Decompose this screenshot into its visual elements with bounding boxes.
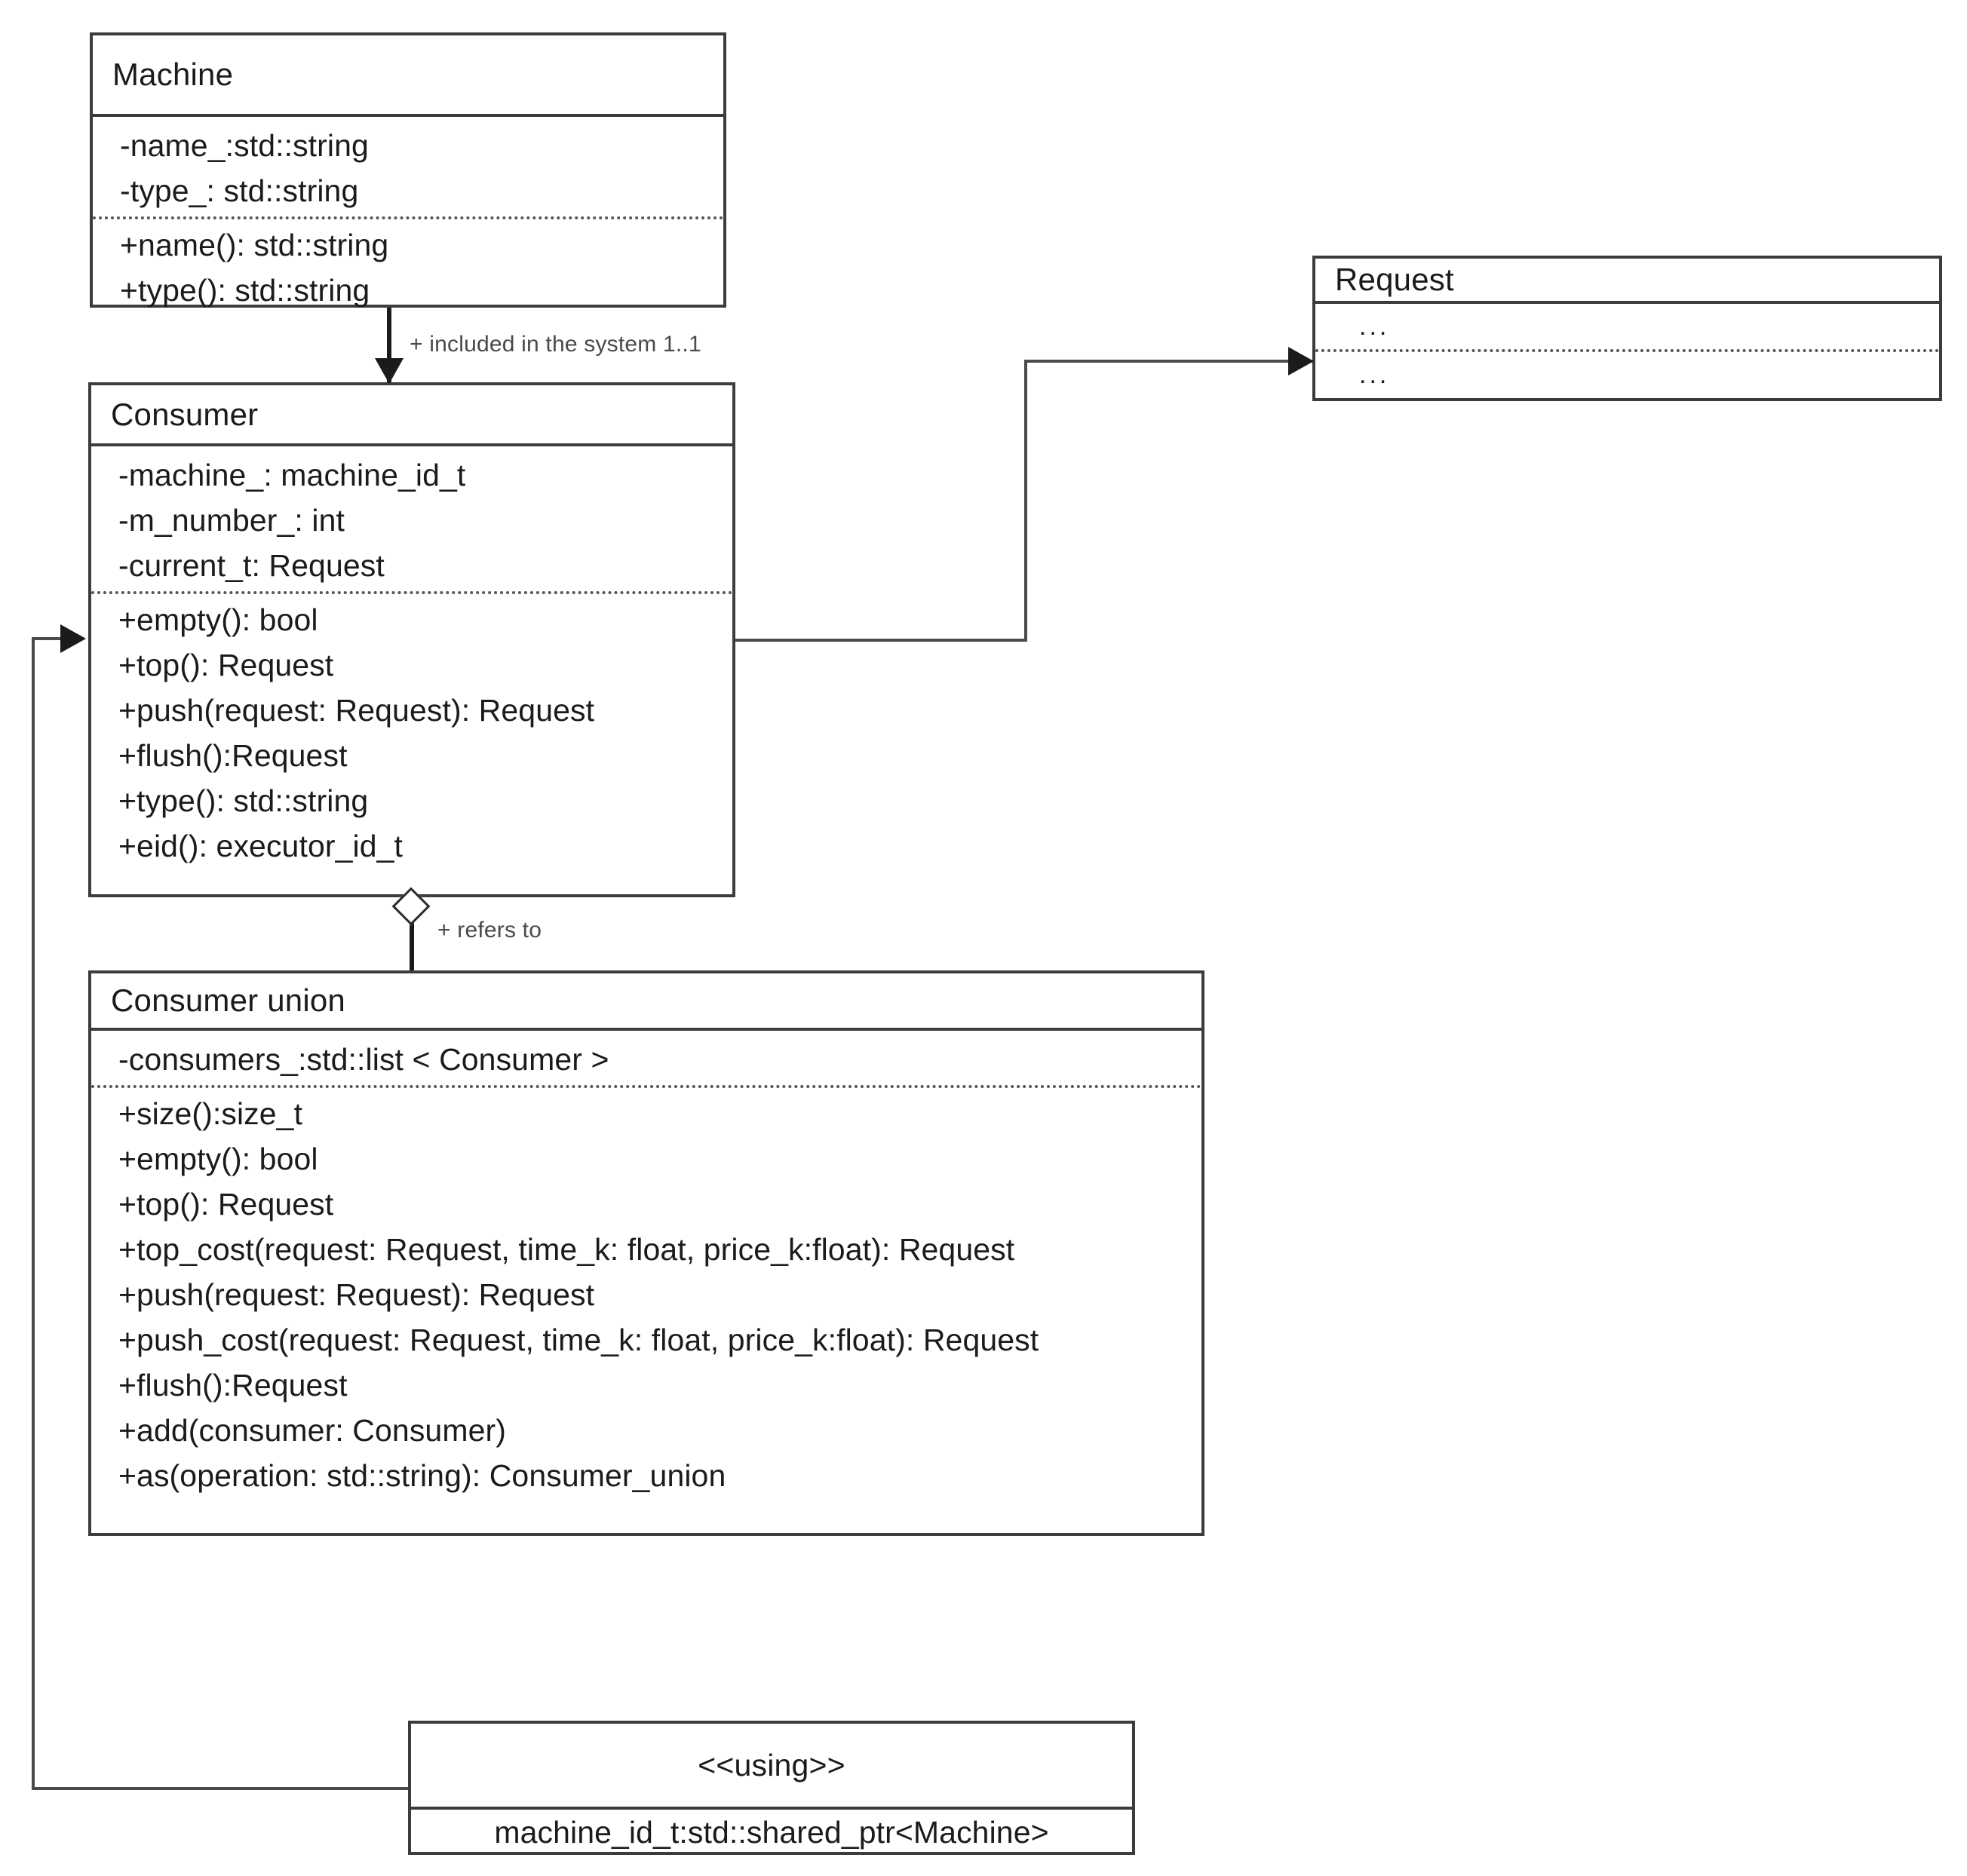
edge-using-to-consumer-segment-3 — [32, 637, 63, 640]
class-title-consumer: Consumer — [91, 385, 732, 446]
class-operation-row: +push(request: Request): Request — [118, 692, 595, 728]
class-operation-row: ... — [1359, 360, 1390, 389]
edge-consumer-to-request-segment-1 — [734, 639, 1027, 642]
class-operation-row: +push(request: Request): Request — [118, 1277, 595, 1312]
class-operation-row: +name(): std::string — [120, 227, 389, 262]
class-operation-row: +push_cost(request: Request, time_k: flo… — [118, 1322, 1039, 1357]
class-operation-row: +top(): Request — [118, 1186, 334, 1222]
class-operation-row: +top(): Request — [118, 647, 334, 682]
class-operation-row: +as(operation: std::string): Consumer_un… — [118, 1458, 726, 1493]
edge-label-included-in-the-system: + included in the system 1..1 — [410, 332, 701, 357]
class-box-machine[interactable]: Machine -name_:std::string -type_: std::… — [90, 32, 726, 308]
attribute-operation-separator — [93, 216, 723, 219]
class-attribute-row: ... — [1359, 312, 1390, 341]
class-operation-row: +add(consumer: Consumer) — [118, 1412, 506, 1448]
edge-using-to-consumer-arrowhead — [60, 624, 86, 653]
class-title-consumer-union: Consumer union — [91, 973, 1201, 1031]
class-attribute-row: -current_t: Request — [118, 547, 385, 583]
edge-using-to-consumer-segment-1 — [32, 1787, 411, 1790]
edge-label-refers-to: + refers to — [437, 918, 542, 943]
class-title-request: Request — [1315, 259, 1939, 304]
uml-class-diagram-canvas: Machine -name_:std::string -type_: std::… — [0, 0, 1967, 1876]
class-operation-row: +empty(): bool — [118, 602, 318, 637]
class-box-consumer[interactable]: Consumer -machine_: machine_id_t -m_numb… — [88, 382, 735, 897]
class-body-consumer-union: -consumers_:std::list < Consumer > +size… — [91, 1031, 1201, 1533]
class-body-machine: -name_:std::string -type_: std::string +… — [93, 117, 723, 305]
class-attribute-row: -m_number_: int — [118, 502, 345, 538]
class-operation-row: +eid(): executor_id_t — [118, 828, 404, 863]
class-attribute-row: -consumers_:std::list < Consumer > — [118, 1041, 609, 1077]
class-attribute-row: -name_:std::string — [120, 127, 369, 163]
class-box-using[interactable]: <<using>> machine_id_t:std::shared_ptr<M… — [408, 1721, 1135, 1855]
attribute-operation-separator — [1315, 349, 1939, 352]
class-body-consumer: -machine_: machine_id_t -m_number_: int … — [91, 446, 732, 894]
edge-using-to-consumer-segment-2 — [32, 637, 35, 1790]
class-operation-row: +top_cost(request: Request, time_k: floa… — [118, 1231, 1015, 1267]
class-operation-row: +flush():Request — [118, 1367, 348, 1402]
class-body-using: machine_id_t:std::shared_ptr<Machine> — [411, 1810, 1132, 1855]
class-operation-row: +flush():Request — [118, 737, 348, 773]
class-title-machine: Machine — [93, 35, 723, 117]
class-box-consumer-union[interactable]: Consumer union -consumers_:std::list < C… — [88, 970, 1204, 1536]
class-title-using: <<using>> — [411, 1724, 1132, 1810]
attribute-operation-separator — [91, 1085, 1201, 1088]
edge-consumer-to-request-segment-2 — [1024, 360, 1027, 642]
class-operation-row: machine_id_t:std::shared_ptr<Machine> — [494, 1814, 1049, 1850]
class-body-request: ... ... — [1315, 304, 1939, 401]
attribute-operation-separator — [91, 591, 732, 594]
class-box-request[interactable]: Request ... ... — [1312, 256, 1942, 401]
class-operation-row: +size():size_t — [118, 1096, 303, 1131]
edge-consumer-to-request-arrowhead — [1288, 347, 1314, 376]
class-operation-row: +empty(): bool — [118, 1141, 318, 1176]
edge-machine-to-consumer-arrowhead — [375, 358, 404, 384]
class-attribute-row: -type_: std::string — [120, 173, 359, 208]
class-operation-row: +type(): std::string — [118, 783, 369, 818]
class-operation-row: +type(): std::string — [120, 272, 370, 308]
edge-consumer-to-request-segment-3 — [1024, 360, 1320, 363]
class-attribute-row: -machine_: machine_id_t — [118, 457, 466, 492]
